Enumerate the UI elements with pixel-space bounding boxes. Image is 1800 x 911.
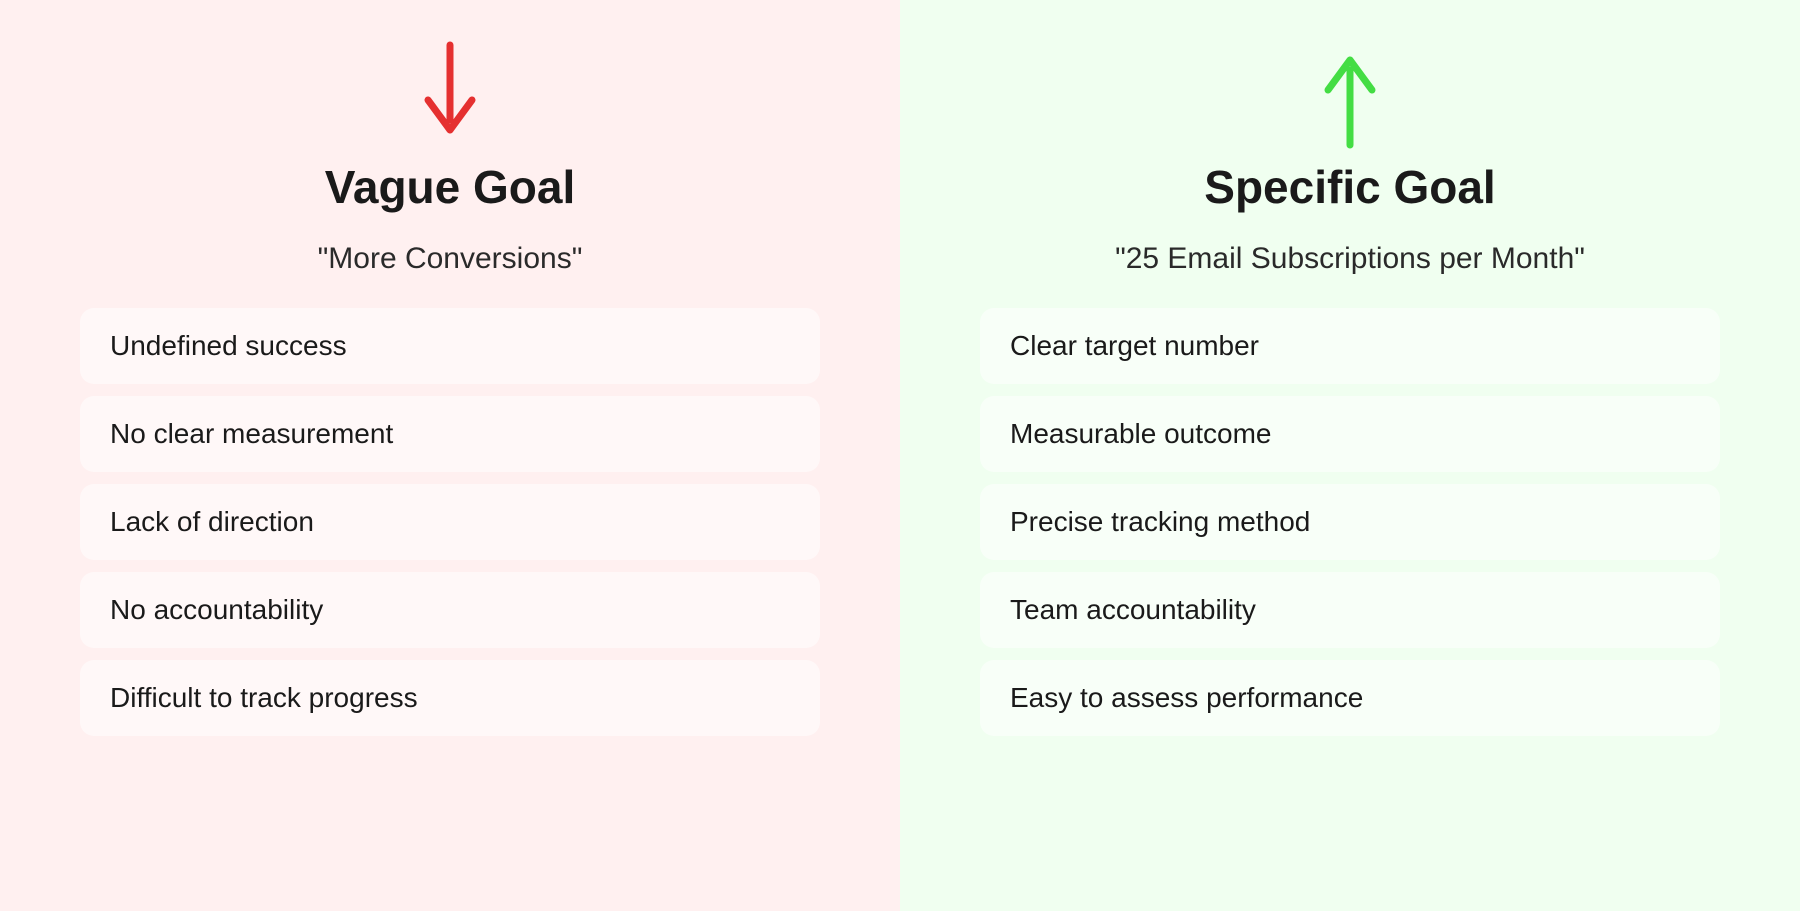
list-item: Clear target number: [980, 308, 1720, 384]
left-item-5: Difficult to track progress: [110, 682, 418, 713]
left-items-list: Undefined success No clear measurement L…: [80, 308, 820, 736]
right-items-list: Clear target number Measurable outcome P…: [980, 308, 1720, 736]
left-panel: Vague Goal "More Conversions" Undefined …: [0, 0, 900, 911]
list-item: No accountability: [80, 572, 820, 648]
list-item: Team accountability: [980, 572, 1720, 648]
right-panel: Specific Goal "25 Email Subscriptions pe…: [900, 0, 1800, 911]
right-item-4: Team accountability: [1010, 594, 1256, 625]
right-panel-title: Specific Goal: [1204, 160, 1495, 214]
left-panel-title: Vague Goal: [325, 160, 576, 214]
list-item: Undefined success: [80, 308, 820, 384]
down-arrow-icon: [420, 40, 480, 150]
right-item-2: Measurable outcome: [1010, 418, 1271, 449]
right-item-1: Clear target number: [1010, 330, 1259, 361]
list-item: Measurable outcome: [980, 396, 1720, 472]
left-item-2: No clear measurement: [110, 418, 393, 449]
left-item-1: Undefined success: [110, 330, 347, 361]
list-item: Difficult to track progress: [80, 660, 820, 736]
list-item: Lack of direction: [80, 484, 820, 560]
left-item-4: No accountability: [110, 594, 323, 625]
list-item: No clear measurement: [80, 396, 820, 472]
list-item: Precise tracking method: [980, 484, 1720, 560]
up-arrow-icon: [1320, 40, 1380, 150]
right-item-3: Precise tracking method: [1010, 506, 1310, 537]
left-panel-subtitle: "More Conversions": [318, 242, 583, 276]
left-item-3: Lack of direction: [110, 506, 314, 537]
list-item: Easy to assess performance: [980, 660, 1720, 736]
right-panel-subtitle: "25 Email Subscriptions per Month": [1115, 242, 1585, 276]
right-item-5: Easy to assess performance: [1010, 682, 1363, 713]
